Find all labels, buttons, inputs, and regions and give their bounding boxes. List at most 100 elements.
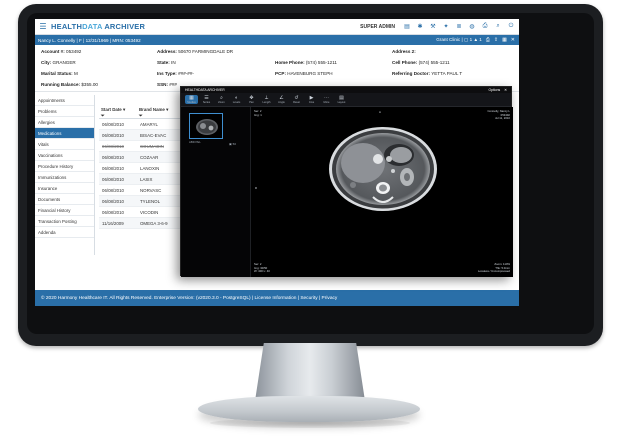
sidebar-item-appointments[interactable]: Appointments: [35, 95, 94, 106]
balance-value: $355.00: [81, 82, 98, 87]
gear-icon[interactable]: ✱: [416, 23, 424, 31]
tool-label: Pan: [249, 101, 254, 104]
address2-label: Address 2:: [392, 49, 416, 54]
table-row[interactable]: 06/08/2010 NORVASC: [99, 185, 183, 196]
cell-phone-field: Cell Phone: (574) 555-1211: [392, 60, 450, 65]
sidebar-item-immunizations[interactable]: Immunizations: [35, 172, 94, 183]
tool-label: Series: [202, 101, 211, 104]
hamburger-menu-icon[interactable]: ☰: [35, 19, 51, 35]
tool-label: Studies: [187, 101, 196, 104]
tool-cine-button[interactable]: ▶ Cine: [305, 95, 318, 104]
pcp-value: HAVENBURG STEPH: [287, 71, 333, 76]
sidebar-item-transaction-posting[interactable]: Transaction Posting: [35, 216, 94, 227]
home-phone-label: Home Phone:: [275, 60, 305, 65]
referring-doctor-field: Referring Doctor: YETTA PAUL T: [392, 71, 462, 76]
account-value: 053492: [66, 49, 82, 54]
tool-layout-button[interactable]: ▤ Layout: [335, 95, 348, 104]
table-row[interactable]: 11/16/2009 OMEGA 3-6-9: [99, 218, 183, 229]
brand-name-cell: AMARYL: [140, 121, 158, 127]
tool-reset-button[interactable]: ↺ Reset: [290, 95, 303, 104]
state-label: State:: [157, 60, 170, 65]
city-value: GRANGER: [52, 60, 76, 65]
sidebar-item-problems[interactable]: Problems: [35, 106, 94, 117]
user-name[interactable]: SUPER ADMIN: [360, 24, 395, 30]
tool-studies-button[interactable]: ▦ Studies: [185, 95, 198, 104]
start-date-cell: 11/16/2009: [102, 220, 124, 226]
table-row[interactable]: 06/08/2010 LANOXIN: [99, 163, 183, 174]
table-row[interactable]: 06/08/2010 COUMADIN: [99, 141, 183, 152]
table-row[interactable]: 06/08/2010 LASIX: [99, 174, 183, 185]
sidebar-item-medications[interactable]: Medications: [35, 128, 94, 139]
monitor-stand-neck: [255, 343, 365, 401]
search-icon[interactable]: ⌕: [494, 23, 502, 31]
tool-more-button[interactable]: ⋯ More: [320, 95, 333, 104]
sidebar-item-financial-history[interactable]: Financial History: [35, 205, 94, 216]
close-icon[interactable]: ✕: [511, 37, 515, 43]
ssn-value: ###: [169, 82, 177, 87]
account-label: Account #:: [41, 49, 65, 54]
grant-clinic[interactable]: Grant Clinic | ▢ 1 ▲ 1: [436, 37, 482, 43]
sidebar-item-vaccinations[interactable]: Vaccinations: [35, 150, 94, 161]
column-brand-name[interactable]: Brand Name ▾ ⏷: [137, 105, 183, 118]
dicom-viewer-window: HEALTHDATA ARCHIVER Options ✕ ▦ Studies ☰ S…: [180, 86, 513, 277]
export-icon[interactable]: ⇪: [494, 37, 498, 43]
address2-field: Address 2:: [392, 49, 416, 54]
sidebar-item-addenda[interactable]: Addenda: [35, 227, 94, 238]
tool-series-button[interactable]: ☰ Series: [200, 95, 213, 104]
sidebar-item-procedure-history[interactable]: Procedure History: [35, 161, 94, 172]
print-icon[interactable]: ⎙: [486, 37, 490, 43]
ins-type-label: Ins Type:: [157, 71, 177, 76]
globe-icon[interactable]: ◍: [468, 23, 476, 31]
product-mockup: ☰ HEALTHDATA ARCHIVER SUPER ADMIN ▤ ✱ ⚒ …: [0, 0, 623, 436]
sidebar-item-insurance[interactable]: Insurance: [35, 183, 94, 194]
address-field: Address: 50670 FARMINGDALE DR: [157, 49, 233, 54]
grid-icon[interactable]: ▦: [502, 37, 507, 43]
table-row[interactable]: 06/08/2010 COZAAR: [99, 152, 183, 163]
document-icon[interactable]: ▤: [403, 23, 411, 31]
balance-field: Running Balance: $355.00: [41, 82, 98, 87]
brand-part-data: DATA: [82, 22, 103, 31]
start-date-cell: 06/08/2010: [102, 176, 124, 182]
ins-type-field: Ins Type: ###-##-: [157, 71, 194, 76]
marital-value: M: [73, 71, 78, 76]
table-row[interactable]: 06/08/2010 AMARYL: [99, 119, 183, 130]
topbar-actions: SUPER ADMIN ▤ ✱ ⚒ ✦ ≣ ◍ ⎙ ⌕ ⏻: [360, 23, 519, 31]
viewer-options[interactable]: Options: [488, 88, 500, 92]
patient-summary: Nancy L. Connelly | F | 12/31/1969 | MRN…: [38, 37, 141, 43]
sidebar-item-allergies[interactable]: Allergies: [35, 117, 94, 128]
print-icon[interactable]: ⎙: [481, 23, 489, 31]
image-viewport[interactable]: Ser: 2 Img: 1 Connelly, Nancy L 053492 J…: [251, 107, 513, 277]
table-row[interactable]: 06/08/2010 BISAC-EVAC: [99, 130, 183, 141]
tool-levels-button[interactable]: ◐ Levels: [230, 95, 243, 104]
table-body: 06/08/2010 AMARYL 06/08/2010 BISAC-EVAC 06/0…: [99, 119, 183, 229]
wrench-icon[interactable]: ⚒: [429, 23, 437, 31]
sidebar-item-vitals[interactable]: Vitals: [35, 139, 94, 150]
start-date-cell: 06/08/2010: [102, 198, 124, 204]
city-field: City: GRANGER: [41, 60, 76, 65]
start-date-cell: 06/08/2010: [102, 154, 124, 160]
marital-label: Marital Status:: [41, 71, 73, 76]
viewer-toolbar: ▦ Studies ☰ Series ⌕ Zoom ◐ Levels ✥ Pan ⟂ Length ∠ A…: [181, 93, 511, 107]
pin-icon[interactable]: ✦: [442, 23, 450, 31]
sidebar-item-documents[interactable]: Documents: [35, 194, 94, 205]
tool-length-button[interactable]: ⟂ Length: [260, 95, 273, 104]
list-icon[interactable]: ≣: [455, 23, 463, 31]
power-icon[interactable]: ⏻: [507, 23, 515, 31]
tool-pan-button[interactable]: ✥ Pan: [245, 95, 258, 104]
ct-abdomen-image: [329, 127, 437, 211]
tool-zoom-button[interactable]: ⌕ Zoom: [215, 95, 228, 104]
tool-label: Cine: [308, 101, 315, 104]
start-date-cell: 06/08/2010: [102, 209, 124, 215]
state-field: State: IN: [157, 60, 176, 65]
table-row[interactable]: 06/08/2010 VICODIN: [99, 207, 183, 218]
table-row[interactable]: 06/08/2010 TYLENOL: [99, 196, 183, 207]
tool-angle-button[interactable]: ∠ Angle: [275, 95, 288, 104]
series-thumbnail[interactable]: [189, 113, 223, 139]
home-phone-field: Home Phone: (574) 555-1211: [275, 60, 337, 65]
address-value: 50670 FARMINGDALE DR: [178, 49, 234, 54]
ssn-field: SSN: ###: [157, 82, 177, 87]
brand-part-health: HEALTH: [51, 22, 83, 31]
close-icon[interactable]: ✕: [504, 88, 507, 92]
column-start-date[interactable]: Start Date ▾ ⏷: [99, 105, 137, 118]
balance-label: Running Balance:: [41, 82, 81, 87]
